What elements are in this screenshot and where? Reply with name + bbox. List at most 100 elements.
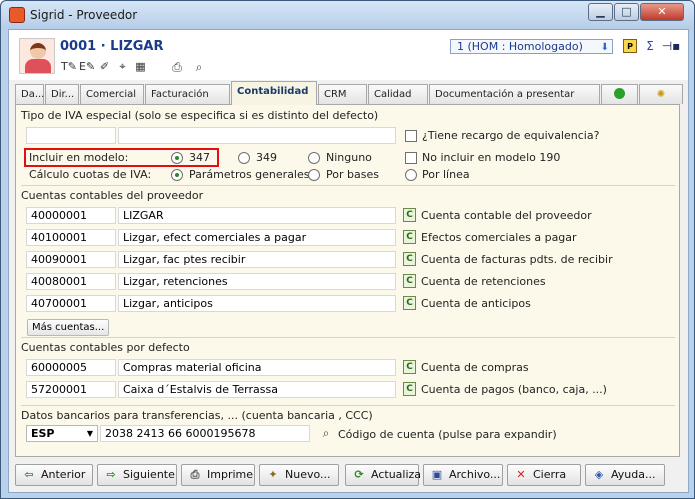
account-code-input[interactable]: 57200001 (26, 381, 116, 398)
calculo-generales-radio[interactable] (171, 169, 183, 181)
tab-datos[interactable]: Da... (15, 84, 44, 104)
account-name-input[interactable]: Lizgar, fac ptes recibir (118, 251, 396, 268)
close-window-button[interactable]: ✕ (640, 3, 684, 21)
app-window: Sigrid - Proveedor ▁ □ ✕ 0001 · LIZGAR T… (0, 0, 695, 499)
tab-crm[interactable]: CRM (318, 84, 367, 104)
account-desc: Cuenta de compras (421, 361, 529, 374)
country-value: ESP (31, 427, 55, 440)
next-button[interactable]: ⇨ Siguiente (97, 464, 177, 486)
tab-documentacion[interactable]: Documentación a presentar (429, 84, 600, 104)
modelo-349-label: 349 (256, 151, 277, 164)
iva-type-desc-input[interactable] (118, 127, 396, 144)
account-code-input[interactable]: 40000001 (26, 207, 116, 224)
country-select[interactable]: ESP ▼ (26, 425, 98, 442)
print-button[interactable]: ⎙ Imprime (181, 464, 255, 486)
pin-icon[interactable]: ⊣▪ (661, 39, 681, 53)
modelo-347-radio[interactable] (171, 152, 183, 164)
calculo-bases-label: Por bases (326, 168, 379, 181)
modelo-349-radio[interactable] (238, 152, 250, 164)
iva-type-code-input[interactable] (26, 127, 116, 144)
modelo-347-label: 347 (189, 151, 210, 164)
account-code-input[interactable]: 40700001 (26, 295, 116, 312)
close-button[interactable]: ✕ Cierra (507, 464, 581, 486)
help-button[interactable]: ◈ Ayuda... (585, 464, 665, 486)
calculo-bases-radio[interactable] (308, 169, 320, 181)
printer-icon: ⎙ (190, 468, 200, 481)
previous-button[interactable]: ⇦ Anterior (15, 464, 93, 486)
account-lookup-icon[interactable]: C (403, 360, 416, 374)
account-lookup-icon[interactable]: C (403, 230, 416, 244)
account-desc: Cuenta contable del proveedor (421, 209, 592, 222)
tab-settings[interactable]: ✺ (639, 84, 683, 104)
tab-direcciones[interactable]: Dir... (45, 84, 79, 104)
printer-icon[interactable]: ⎙ (169, 59, 185, 75)
new-button-label: Nuevo... (285, 468, 331, 481)
notes-icon[interactable]: P (623, 39, 637, 53)
avatar (19, 38, 55, 74)
account-lookup-icon[interactable]: C (403, 252, 416, 266)
tab-calidad[interactable]: Calidad (368, 84, 428, 104)
record-title: 0001 · LIZGAR (60, 39, 164, 54)
tab-help[interactable] (601, 84, 638, 104)
calculator-icon[interactable]: ▦ (133, 59, 148, 74)
account-desc: Cuenta de retenciones (421, 275, 546, 288)
status-selector[interactable]: 1 (HOM : Homologado) ⬇ (450, 39, 613, 54)
new-button[interactable]: ✦ Nuevo... (259, 464, 339, 486)
account-name-input[interactable]: Caixa d´Estalvis de Terrassa (118, 381, 396, 398)
title-bar: Sigrid - Proveedor ▁ □ ✕ (1, 1, 694, 29)
more-accounts-button[interactable]: Más cuentas... (27, 319, 110, 336)
brush-icon[interactable]: ✐ (97, 59, 112, 74)
recargo-label: ¿Tiene recargo de equivalencia? (422, 129, 600, 142)
account-code-input[interactable]: 40100001 (26, 229, 116, 246)
bank-code-label[interactable]: Código de cuenta (pulse para expandir) (338, 428, 557, 441)
close-icon: ✕ (516, 468, 526, 481)
client-area: 0001 · LIZGAR T✎ E✎ ✐ ⌖ ▦ ⎙ ⌕ 1 (HOM : H… (8, 29, 689, 493)
tab-facturacion[interactable]: Facturación (145, 84, 230, 104)
close-button-label: Cierra (533, 468, 567, 481)
edit-icon[interactable]: E✎ (79, 59, 95, 74)
refresh-button-label: Actualiza (371, 468, 422, 481)
account-lookup-icon[interactable]: C (403, 208, 416, 222)
account-name-input[interactable]: LIZGAR (118, 207, 396, 224)
print-button-label: Imprime (207, 468, 254, 481)
tab-comercial[interactable]: Comercial (80, 84, 144, 104)
account-name-input[interactable]: Lizgar, efect comerciales a pagar (118, 229, 396, 246)
preview-icon[interactable]: ⌕ (191, 59, 207, 75)
recargo-checkbox[interactable] (405, 130, 417, 142)
bank-code-icon[interactable]: ⌕ (318, 425, 334, 441)
calculo-linea-radio[interactable] (405, 169, 417, 181)
tag-icon[interactable]: ⌖ (115, 59, 130, 74)
minimize-button[interactable]: ▁ (588, 3, 613, 21)
maximize-button[interactable]: □ (614, 3, 639, 21)
no-incluir-190-label: No incluir en modelo 190 (422, 151, 561, 164)
record-header: 0001 · LIZGAR T✎ E✎ ✐ ⌖ ▦ ⎙ ⌕ 1 (HOM : H… (9, 30, 688, 80)
help-icon: ◈ (594, 468, 604, 481)
arrow-right-icon: ⇨ (106, 468, 116, 481)
account-code-input[interactable]: 40090001 (26, 251, 116, 268)
account-desc: Cuenta de facturas pdts. de recibir (421, 253, 613, 266)
bank-account-input[interactable]: 2038 2413 66 6000195678 (100, 425, 310, 442)
refresh-button[interactable]: ⟳ Actualiza (345, 464, 422, 486)
file-button[interactable]: ▣ Archivo... (423, 464, 503, 486)
account-name-input[interactable]: Lizgar, anticipos (118, 295, 396, 312)
no-incluir-190-checkbox[interactable] (405, 152, 417, 164)
window-title: Sigrid - Proveedor (30, 8, 138, 22)
tab-contabilidad[interactable]: Contabilidad (231, 81, 317, 105)
account-lookup-icon[interactable]: C (403, 382, 416, 396)
calculo-label: Cálculo cuotas de IVA: (29, 168, 152, 181)
account-name-input[interactable]: Lizgar, retenciones (118, 273, 396, 290)
modelo-ninguno-radio[interactable] (308, 152, 320, 164)
account-name-input[interactable]: Compras material oficina (118, 359, 396, 376)
sigma-icon[interactable]: Σ (643, 39, 657, 53)
edit-text-icon[interactable]: T✎ (61, 59, 77, 74)
chevron-down-icon: ▼ (86, 429, 93, 438)
button-bar: ⇦ Anterior ⇨ Siguiente ⎙ Imprime ✦ Nuevo... … (9, 462, 688, 492)
modelo-label: Incluir en modelo: (29, 151, 129, 164)
account-lookup-icon[interactable]: C (403, 274, 416, 288)
status-value: 1 (HOM : Homologado) (457, 40, 583, 53)
calculo-linea-label: Por línea (422, 168, 470, 181)
account-code-input[interactable]: 60000005 (26, 359, 116, 376)
account-code-input[interactable]: 40080001 (26, 273, 116, 290)
account-lookup-icon[interactable]: C (403, 296, 416, 310)
save-icon: ▣ (431, 468, 443, 481)
